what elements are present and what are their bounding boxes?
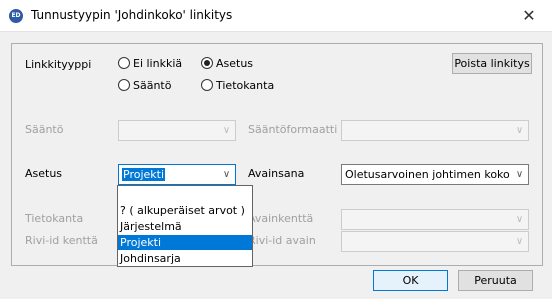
- ok-button[interactable]: OK: [373, 270, 448, 291]
- key-name-value: Oletusarvoinen johtimen koko: [345, 168, 510, 181]
- chevron-down-icon: ∨: [515, 214, 524, 225]
- database-label: Tietokanta: [25, 212, 84, 225]
- row-id-key-label: Rivi-id avain: [248, 234, 316, 247]
- link-panel: Linkkityyppi Ei linkkiä Asetus Sääntö Ti…: [11, 43, 543, 266]
- setting-combo[interactable]: Projekti ∨: [118, 164, 236, 185]
- chevron-down-icon: ∨: [222, 169, 231, 180]
- chevron-down-icon: ∨: [515, 125, 524, 136]
- rule-combo[interactable]: ∨: [118, 120, 236, 141]
- chevron-down-icon: ∨: [222, 125, 231, 136]
- setting-value: Projekti: [122, 168, 166, 181]
- close-icon[interactable]: ✕: [506, 0, 552, 31]
- rule-label: Sääntö: [25, 123, 64, 136]
- radio-database-label[interactable]: Tietokanta: [216, 79, 274, 92]
- cancel-button[interactable]: Peruuta: [458, 270, 533, 291]
- row-id-field-label: Rivi-id kenttä: [25, 234, 98, 247]
- rule-format-label: Sääntöformaatti: [248, 123, 338, 136]
- radio-rule-label[interactable]: Sääntö: [133, 79, 171, 92]
- radio-no-link[interactable]: [118, 57, 130, 69]
- radio-rule[interactable]: [118, 79, 130, 91]
- rule-format-combo[interactable]: ∨: [341, 120, 529, 141]
- radio-database[interactable]: [201, 79, 213, 91]
- key-field-combo[interactable]: ∨: [341, 209, 529, 230]
- radio-setting[interactable]: [201, 57, 213, 69]
- window-title: Tunnustyypin 'Johdinkoko' linkitys: [31, 8, 233, 22]
- dropdown-option-selected[interactable]: Projekti: [118, 235, 252, 250]
- key-name-label: Avainsana: [248, 167, 305, 180]
- setting-label: Asetus: [25, 167, 63, 180]
- dropdown-option[interactable]: ? ( alkuperäiset arvot ): [118, 203, 252, 218]
- radio-setting-label[interactable]: Asetus: [216, 57, 253, 70]
- radio-no-link-label[interactable]: Ei linkkiä: [133, 57, 182, 70]
- key-field-label: Avainkenttä: [248, 212, 314, 225]
- remove-link-button[interactable]: Poista linkitys: [452, 53, 532, 74]
- row-id-key-combo[interactable]: ∨: [341, 231, 529, 252]
- chevron-down-icon: ∨: [515, 236, 524, 247]
- chevron-down-icon: ∨: [515, 169, 524, 180]
- setting-dropdown-list: ? ( alkuperäiset arvot ) Järjestelmä Pro…: [117, 185, 253, 267]
- app-icon: ED: [9, 9, 23, 23]
- dropdown-option[interactable]: Järjestelmä: [118, 219, 252, 234]
- title-bar: ED Tunnustyypin 'Johdinkoko' linkitys ✕: [0, 0, 552, 32]
- key-name-combo[interactable]: Oletusarvoinen johtimen koko ∨: [341, 164, 529, 185]
- dropdown-option[interactable]: Johdinsarja: [118, 251, 252, 266]
- link-type-label: Linkkityyppi: [25, 58, 92, 71]
